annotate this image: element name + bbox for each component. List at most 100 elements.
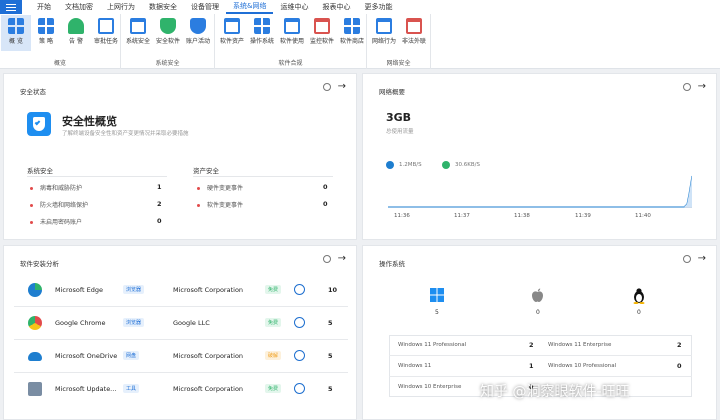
app-window-icon [284,18,300,34]
divider [389,355,692,356]
divider [193,176,333,177]
gear-icon[interactable] [682,255,691,263]
asset-item-count: 0 [323,200,328,208]
arrow-right-icon[interactable]: → [338,82,346,92]
security-item-count: 0 [157,217,162,225]
panel-title: 网络概要 [379,88,405,96]
security-status-panel: 安全状态 → [3,73,357,240]
license-badge: 破解 [265,351,282,360]
alert-dot-icon [197,204,200,207]
alert-dot-icon [30,221,33,224]
approval-button[interactable]: 审批任务 [91,18,121,45]
warning-window-icon [314,18,330,34]
asset-item[interactable]: 硬件变更事件 [197,183,243,192]
menu-web-behavior[interactable]: 上网行为 [100,0,142,14]
monitor-software-button[interactable]: 监控软件 [307,18,337,45]
status-ring-icon [294,317,305,328]
install-count: 5 [328,385,333,393]
divider [14,372,348,373]
menu-ops-center[interactable]: 运维中心 [273,0,315,14]
os-version-count: 2 [677,341,682,349]
arrow-right-icon[interactable]: → [698,254,706,264]
category-badge: 工具 [123,384,140,393]
gear-icon[interactable] [322,83,331,91]
os-version-name: Windows 10 Professional [548,363,617,369]
license-badge: 免费 [265,285,282,294]
menu-system-network[interactable]: 系统&网络 [226,0,274,14]
software-usage-button[interactable]: 软件使用 [277,18,307,45]
gear-icon[interactable] [682,83,691,91]
chrome-icon [28,316,42,330]
ribbon-group-overview: 概 览 策 略 告 警 审批任务 概览 [0,14,121,69]
menu-doc-encrypt[interactable]: 文档加密 [58,0,100,14]
vendor-name: Microsoft Corporation [173,385,244,393]
software-name: Google Chrome [55,319,106,327]
install-count: 5 [328,319,333,327]
windows-icon [254,18,270,34]
update-tool-icon [28,382,42,396]
os-version-count: 1 [529,362,534,370]
os-button[interactable]: 操作系统 [247,18,277,45]
bell-icon [68,18,84,34]
time-tick: 11:36 [394,213,410,219]
total-traffic-value: 3GB [386,111,412,124]
alert-button[interactable]: 告 警 [61,18,91,45]
time-tick: 11:40 [635,213,651,219]
system-security-heading: 系统安全 [27,167,53,175]
asset-item-count: 0 [323,183,328,191]
dashboard-icon [8,18,24,34]
menu-device-mgmt[interactable]: 设备管理 [184,0,226,14]
top-menubar: 开始 文档加密 上网行为 数据安全 设备管理 系统&网络 运维中心 报表中心 更… [0,0,720,14]
os-version-count: 2 [529,341,534,349]
security-item[interactable]: 未启用密码账户 [30,217,82,226]
table-row[interactable]: Microsoft OneDrive 网盘 Microsoft Corporat… [3,342,357,372]
table-row[interactable]: Microsoft Update... 工具 Microsoft Corpora… [3,375,357,405]
software-name: Microsoft Edge [55,286,104,294]
security-item-count: 1 [157,183,162,191]
upload-arrow-icon [386,161,394,169]
status-ring-icon [294,284,305,295]
menu-start[interactable]: 开始 [30,0,58,14]
software-assets-button[interactable]: 软件资产 [217,18,247,45]
software-name: Microsoft OneDrive [55,352,118,360]
menu-report-center[interactable]: 报表中心 [315,0,357,14]
ribbon-group-title: 网络安全 [386,60,411,67]
total-traffic-label: 总使用流量 [386,129,414,135]
system-security-button[interactable]: 系统安全 [123,18,153,45]
app-menu-icon[interactable] [0,0,22,14]
network-overview-panel: 网络概要 → [362,73,717,240]
vendor-name: Google LLC [173,319,210,327]
alert-dot-icon [30,187,33,190]
table-row[interactable]: Google Chrome 浏览器 Google LLC 免费 5 [3,309,357,339]
windows-count: 5 [435,309,439,316]
security-item[interactable]: 防火墙和网络保护 [30,200,88,209]
security-item[interactable]: 病毒和威胁防护 [30,183,82,192]
table-row[interactable]: Microsoft Edge 浏览器 Microsoft Corporation… [3,276,357,306]
arrow-right-icon[interactable]: → [698,82,706,92]
ribbon-group-title: 概览 [53,60,66,67]
menu-data-security[interactable]: 数据安全 [142,0,184,14]
shield-check-icon [27,112,51,136]
asset-item[interactable]: 软件变更事件 [197,200,243,209]
panel-title: 安全状态 [20,88,46,96]
security-overview-subtitle: 了解终端设备安全性和资产变更情况并采取必要措施 [62,131,189,137]
vendor-name: Microsoft Corporation [173,352,244,360]
arrow-right-icon[interactable]: → [338,254,346,264]
software-store-button[interactable]: 软件商店 [337,18,367,45]
category-badge: 浏览器 [123,285,145,294]
gear-icon[interactable] [322,255,331,263]
windows-icon [430,288,444,302]
overview-button[interactable]: 概 览 [1,15,31,51]
divider [14,306,348,307]
network-behavior-button[interactable]: 网络行为 [369,18,399,45]
illegal-outbound-button[interactable]: 非法外联 [399,18,429,45]
shield-icon [160,18,176,34]
policy-button[interactable]: 策 略 [31,18,61,45]
security-software-button[interactable]: 安全软件 [153,18,183,45]
download-legend: 30.6KB/S [442,161,480,169]
store-icon [344,18,360,34]
time-tick: 11:39 [575,213,591,219]
menu-more[interactable]: 更多功能 [357,0,399,14]
account-activity-button[interactable]: 账户活动 [183,18,213,45]
watermark: 知乎 @洞察眼软件-旺旺 [480,384,630,400]
